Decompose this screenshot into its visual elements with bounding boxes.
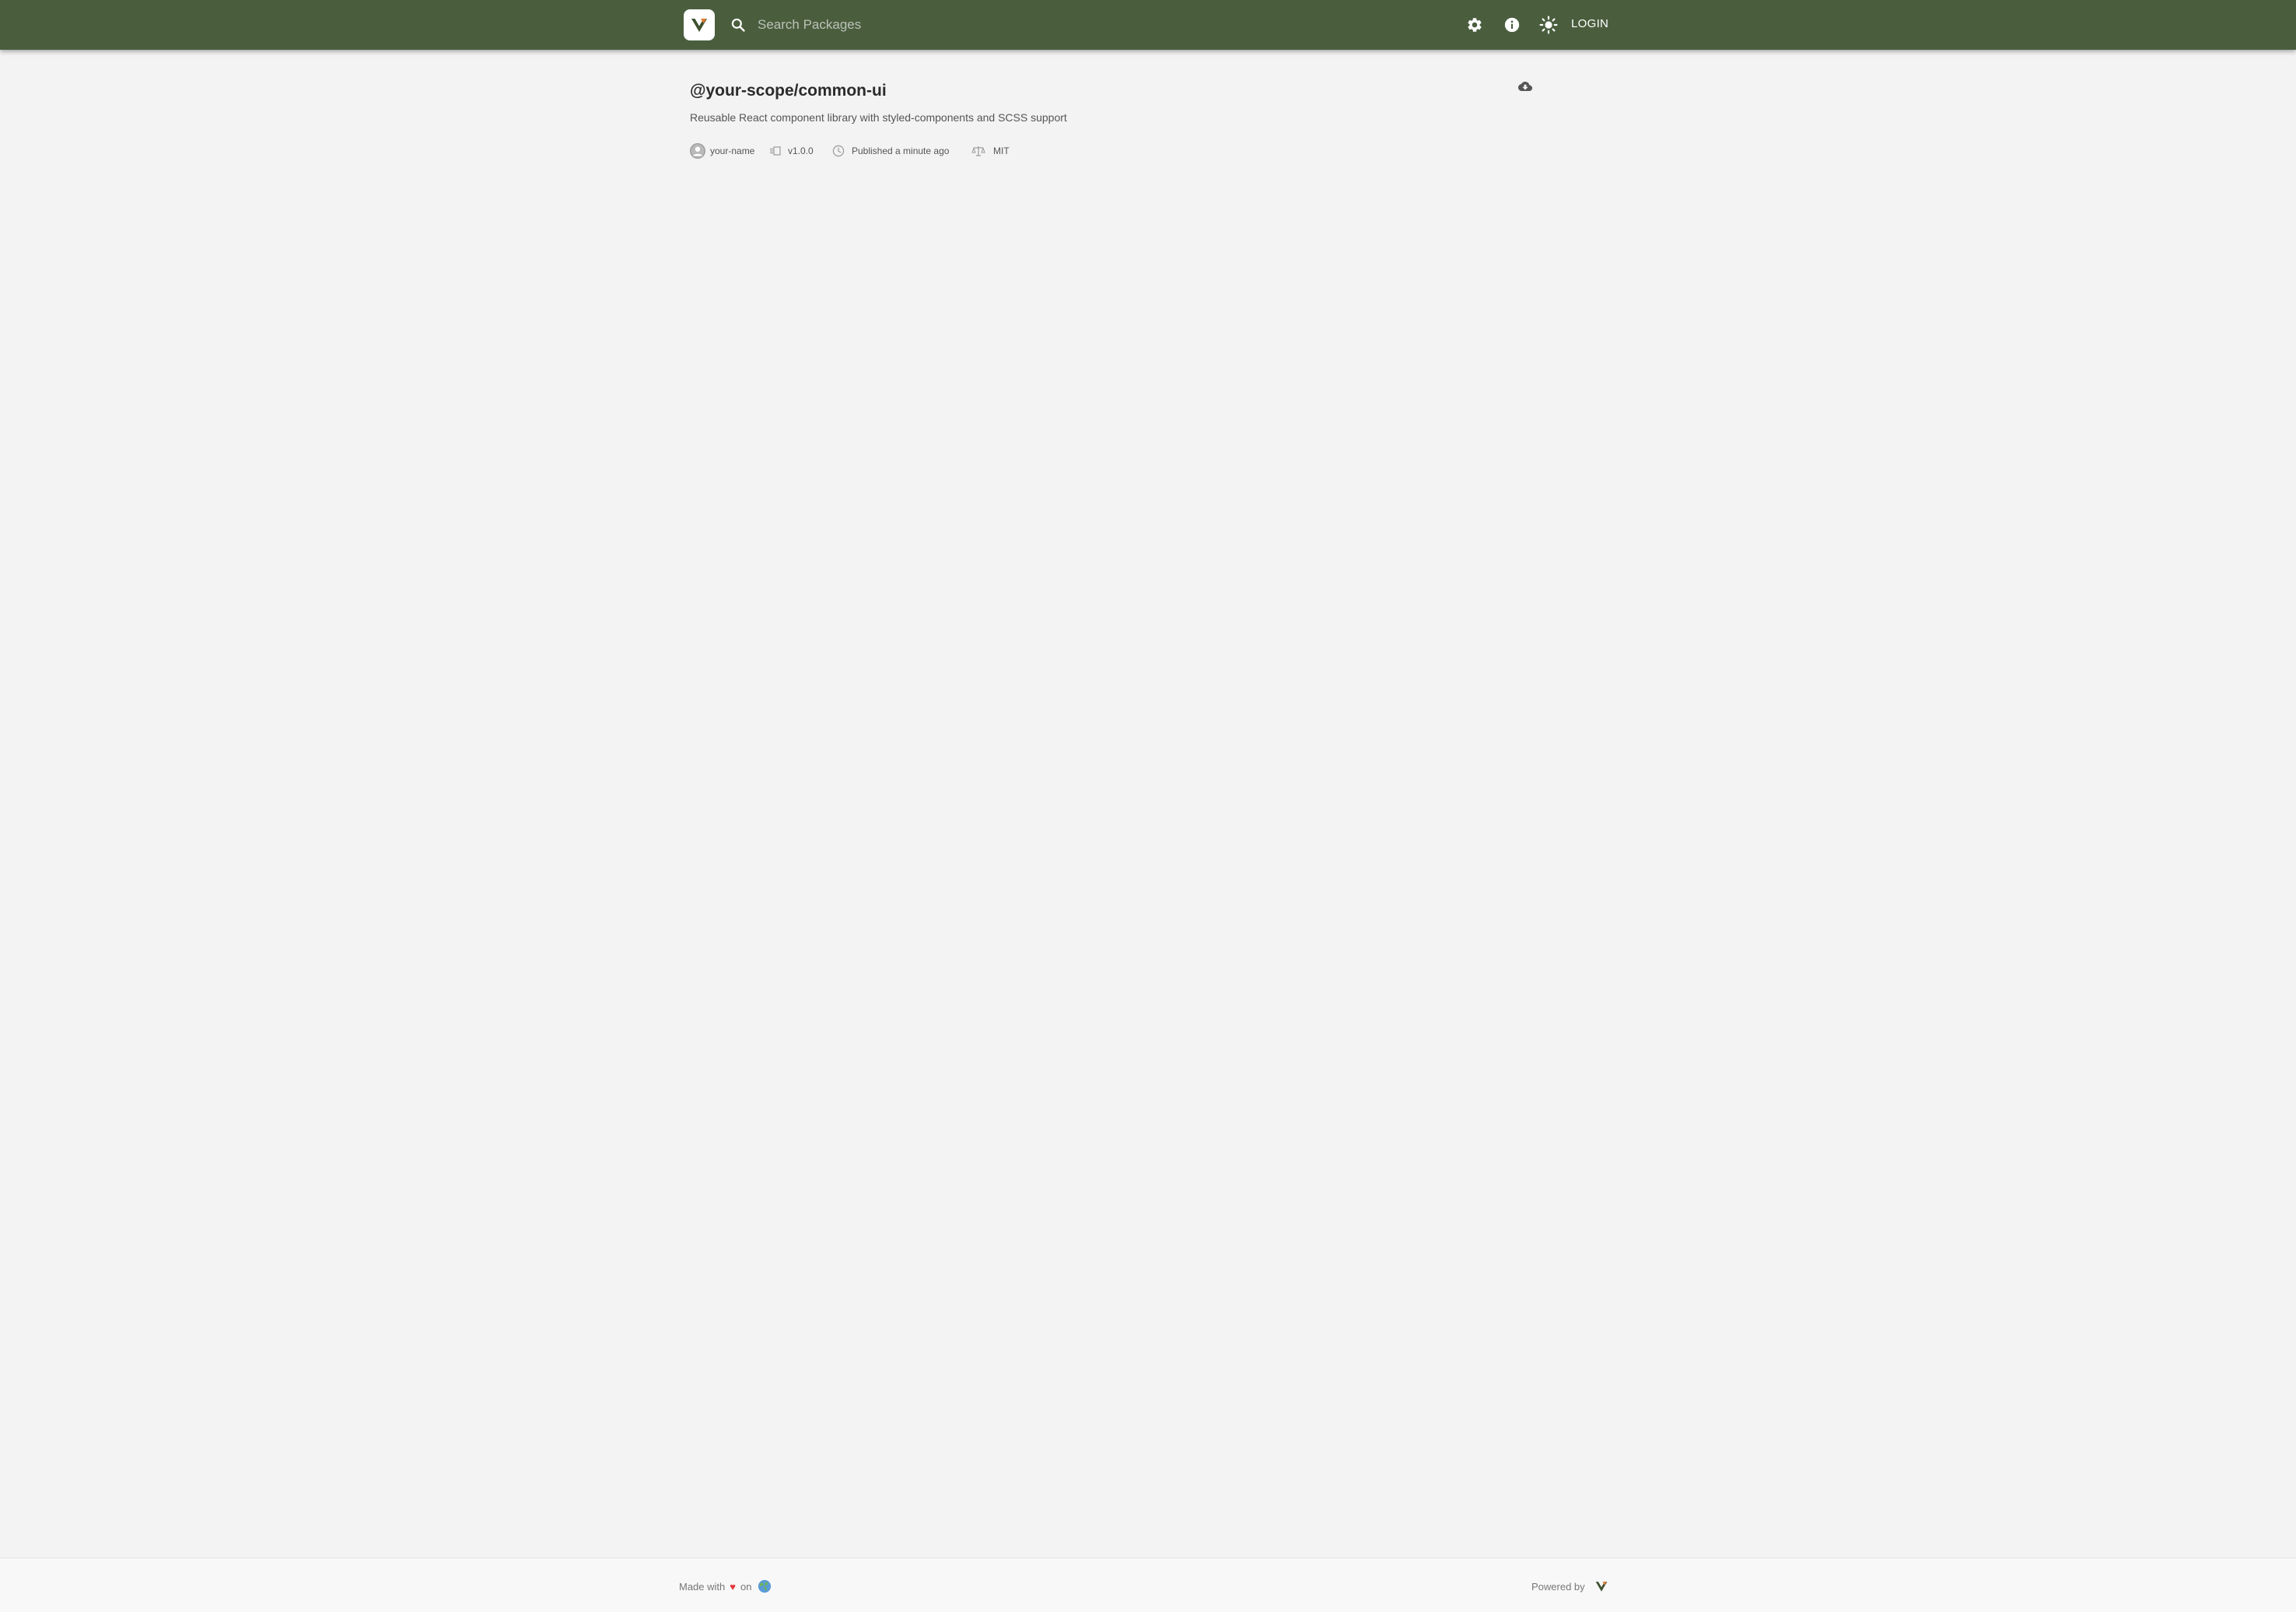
clock-icon bbox=[832, 145, 845, 157]
verdaccio-logo[interactable] bbox=[684, 9, 715, 40]
verdaccio-logo-icon bbox=[691, 19, 707, 32]
info-button[interactable] bbox=[1500, 13, 1524, 37]
heart-icon: ♥ bbox=[730, 1580, 736, 1593]
search-bar bbox=[728, 11, 1428, 39]
version-item: v1.0.0 bbox=[769, 142, 814, 160]
made-with-label: Made with bbox=[679, 1580, 726, 1593]
powered-by-label: Powered by bbox=[1531, 1580, 1585, 1593]
app-header: LOGIN bbox=[0, 0, 2296, 50]
license-name: MIT bbox=[993, 145, 1010, 156]
verdaccio-logo-icon[interactable] bbox=[1593, 1578, 1610, 1595]
version-icon bbox=[770, 146, 781, 156]
published-item: Published a minute ago bbox=[832, 142, 949, 160]
powered-by: Powered by bbox=[1531, 1579, 1610, 1594]
theme-toggle-button[interactable] bbox=[1537, 13, 1560, 37]
avatar bbox=[690, 143, 705, 159]
info-icon bbox=[1504, 17, 1520, 33]
login-button[interactable]: LOGIN bbox=[1571, 17, 1608, 33]
search-icon bbox=[728, 15, 748, 35]
cloud-download-icon bbox=[1518, 82, 1532, 91]
made-with: Made with ♥ on bbox=[679, 1579, 772, 1594]
package-meta: your-name v1.0.0 Published a minute ago bbox=[690, 142, 1312, 160]
license-item: MIT bbox=[971, 142, 1010, 160]
author-name[interactable]: your-name bbox=[710, 145, 754, 156]
globe-icon[interactable] bbox=[758, 1579, 772, 1593]
author-item: your-name bbox=[690, 142, 754, 160]
settings-button[interactable] bbox=[1463, 13, 1486, 37]
package-version: v1.0.0 bbox=[788, 145, 814, 156]
published-time: Published a minute ago bbox=[852, 145, 950, 156]
footer: Made with ♥ on Powered by bbox=[0, 1558, 2296, 1612]
package-description: Reusable React component library with st… bbox=[690, 111, 1067, 124]
gear-icon bbox=[1468, 18, 1482, 32]
user-icon bbox=[690, 143, 705, 159]
on-label: on bbox=[740, 1580, 752, 1593]
search-input[interactable] bbox=[758, 12, 1428, 37]
download-tarball-button[interactable] bbox=[1514, 78, 1536, 95]
package-name[interactable]: @your-scope/common-ui bbox=[690, 82, 887, 100]
sun-icon bbox=[1539, 16, 1558, 34]
scale-icon bbox=[971, 146, 985, 156]
